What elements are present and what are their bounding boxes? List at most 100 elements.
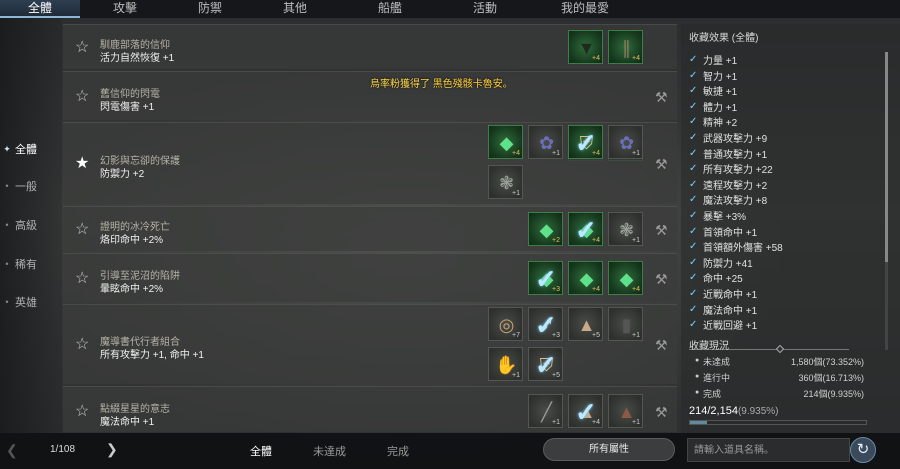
item-slot[interactable]: ◆ +4 [608,261,643,295]
collection-effect: 防禦力 +2 [100,169,145,180]
prev-page-icon[interactable]: ❮ [6,442,18,459]
enhance-level: +4 [632,286,640,293]
effect-item: ✓ 體力 +1 [689,99,737,114]
enhance-level: +5 [592,332,600,339]
favorite-star-icon[interactable]: ☆ [75,89,91,105]
enhance-level: +5 [552,372,560,379]
register-hammer-icon[interactable]: ⚒ [655,90,671,104]
check-icon: ✓ [689,116,698,128]
favorite-star-icon[interactable]: ☆ [75,40,91,56]
effect-label: 首領命中 +1 [703,227,758,239]
check-icon: ✓ [689,256,698,268]
item-slot[interactable]: ◆ +4 [488,125,523,159]
progress-percent: (9.935%) [737,406,779,417]
item-slot[interactable]: ⛨ ✓ +4 [568,125,603,159]
register-hammer-icon[interactable]: ⚒ [655,223,671,237]
status-value: 214個(9.935%) [803,389,864,399]
sidebar-item-all[interactable]: ✦ 全體 [0,139,62,159]
item-slot[interactable]: ❃ +1 [488,165,523,199]
status-in-progress: ● 進行中 360個(16.713%) [689,371,864,385]
status-label: 未達成 [703,357,731,367]
tab-other[interactable]: 其他 [250,0,340,18]
favorite-star-icon[interactable]: ☆ [75,337,91,353]
filter-tab-all[interactable]: 全體 [250,443,272,459]
effect-label: 魔法命中 +1 [703,305,758,317]
progress-count: 214/2,154 [689,405,738,417]
register-hammer-icon[interactable]: ⚒ [655,157,671,171]
item-slot[interactable]: ❃ +1 [608,212,643,246]
filter-tab-complete[interactable]: 完成 [387,443,409,459]
effect-item: ✓ 敏捷 +1 [689,83,737,98]
tab-favorites[interactable]: 我的最愛 [530,0,640,18]
sidebar-item-label: 稀有 [15,259,37,271]
check-icon: ✓ [689,225,698,237]
favorite-star-icon[interactable]: ☆ [75,222,91,238]
item-slot[interactable]: ∥ +4 [608,30,643,64]
effect-label: 命中 +25 [703,274,743,286]
tab-all[interactable]: 全體 [0,0,80,18]
item-slot[interactable]: ✿ +1 [528,125,563,159]
item-slot[interactable]: ▲ ✓ +4 [568,394,603,428]
item-search-input[interactable] [687,438,850,462]
enhance-level: +1 [632,150,640,157]
collection-row[interactable]: ☆ 引導至泥沼的陷阱 暈眩命中 +2% ◆ ✓ +3 ◆ +4 ◆ +4 ⚒ [63,253,677,302]
collection-summary-panel: 收藏效果 (全體) ✓ 力量 +1 ✓ 智力 +1 ✓ 敏捷 +1 ✓ 體力 +1 ✓ 精神 +2… [681,24,900,433]
enhance-level: +4 [592,419,600,426]
item-slot[interactable]: ▼ +4 [568,30,603,64]
effect-label: 近戰命中 +1 [703,290,758,301]
item-slot[interactable]: ⛨ ✓ +5 [528,347,563,381]
item-slot[interactable]: ◆ +4 [568,261,603,295]
effect-item: ✓ 武器攻擊力 +9 [689,130,767,145]
sidebar-item-heroic[interactable]: • 英雄 [0,292,62,312]
enhance-level: +4 [632,55,640,62]
item-slot[interactable]: ✋ +1 [488,347,523,381]
effect-label: 普通攻擊力 +1 [703,149,768,161]
refresh-button[interactable]: ↻ [850,437,876,463]
item-slot[interactable]: ▮ +1 [608,307,643,341]
item-slot[interactable]: ➶ ✓ +3 [528,307,563,341]
progress-fill [690,421,708,424]
bullet-icon: ● [695,389,700,396]
item-slot[interactable]: ◆ +2 [528,212,563,246]
filter-tab-incomplete[interactable]: 未達成 [313,443,346,459]
collection-row[interactable]: ☆ 馴鹿部落的信仰 活力自然恢復 +1 ▼ +4 ∥ +4 [63,24,677,69]
check-icon: ✓ [689,241,698,253]
register-hammer-icon[interactable]: ⚒ [655,272,671,286]
sidebar-item-common[interactable]: • 一般 [0,176,62,196]
tab-ship[interactable]: 船艦 [340,0,440,18]
effect-item: ✓ 遠程攻擊力 +2 [689,177,767,192]
effect-label: 體力 +1 [703,102,738,114]
effects-scroll-thumb[interactable] [885,52,888,262]
collection-row[interactable]: ☆ 點綴星星的意志 魔法命中 +1 ╱ +1 ▲ ✓ +4 ▲ +1 ⚒ [63,386,677,432]
item-slot[interactable]: ◎ +7 [488,307,523,341]
item-slot[interactable]: ▲ +1 [608,394,643,428]
check-icon: ✓ [689,272,698,284]
status-value: 360個(16.713%) [798,373,864,383]
tab-defense[interactable]: 防禦 [170,0,250,18]
collection-row[interactable]: ★ 幻影與忘卻的保護 防禦力 +2 ◆ +4 ✿ +1 ⛨ ✓ +4 ✿ +1 ❃ +1 ⚒ [63,122,677,204]
item-slot[interactable]: ✿ +1 [608,125,643,159]
collection-row[interactable]: ☆ 證明的冰冷死亡 烙印命中 +2% ◆ +2 ◆ ✓ +4 ❃ +1 ⚒ [63,206,677,251]
sidebar-item-rare[interactable]: • 稀有 [0,254,62,274]
item-slot[interactable]: ◆ ✓ +3 [528,261,563,295]
effect-item: ✓ 首領命中 +1 [689,224,757,239]
item-slot[interactable]: ╱ +1 [528,394,563,428]
acquisition-notification: 烏率粉獲得了 黑色殘骸卡魯安。 [370,75,513,90]
effect-label: 防禦力 +41 [703,258,753,270]
all-attributes-button[interactable]: 所有屬性 [543,438,675,461]
sidebar-item-uncommon[interactable]: • 高級 [0,215,62,235]
favorite-star-icon[interactable]: ☆ [75,271,91,287]
register-hammer-icon[interactable]: ⚒ [655,338,671,352]
collection-effect: 活力自然恢復 +1 [100,53,175,64]
tab-attack[interactable]: 攻擊 [80,0,170,18]
item-slot[interactable]: ▲ +5 [568,307,603,341]
tab-event[interactable]: 活動 [440,0,530,18]
favorite-star-icon[interactable]: ★ [75,156,91,172]
enhance-level: +1 [512,372,520,379]
collection-row[interactable]: ☆ 魔導書代行者組合 所有攻擊力 +1, 命中 +1 ◎ +7 ➶ ✓ +3 ▲ +5 ▮ +1 ✋ +1… [63,304,677,384]
item-slot[interactable]: ◆ ✓ +4 [568,212,603,246]
sidebar-item-label: 一般 [15,181,37,193]
next-page-icon[interactable]: ❯ [106,441,118,458]
favorite-star-icon[interactable]: ☆ [75,404,91,420]
register-hammer-icon[interactable]: ⚒ [655,405,671,419]
